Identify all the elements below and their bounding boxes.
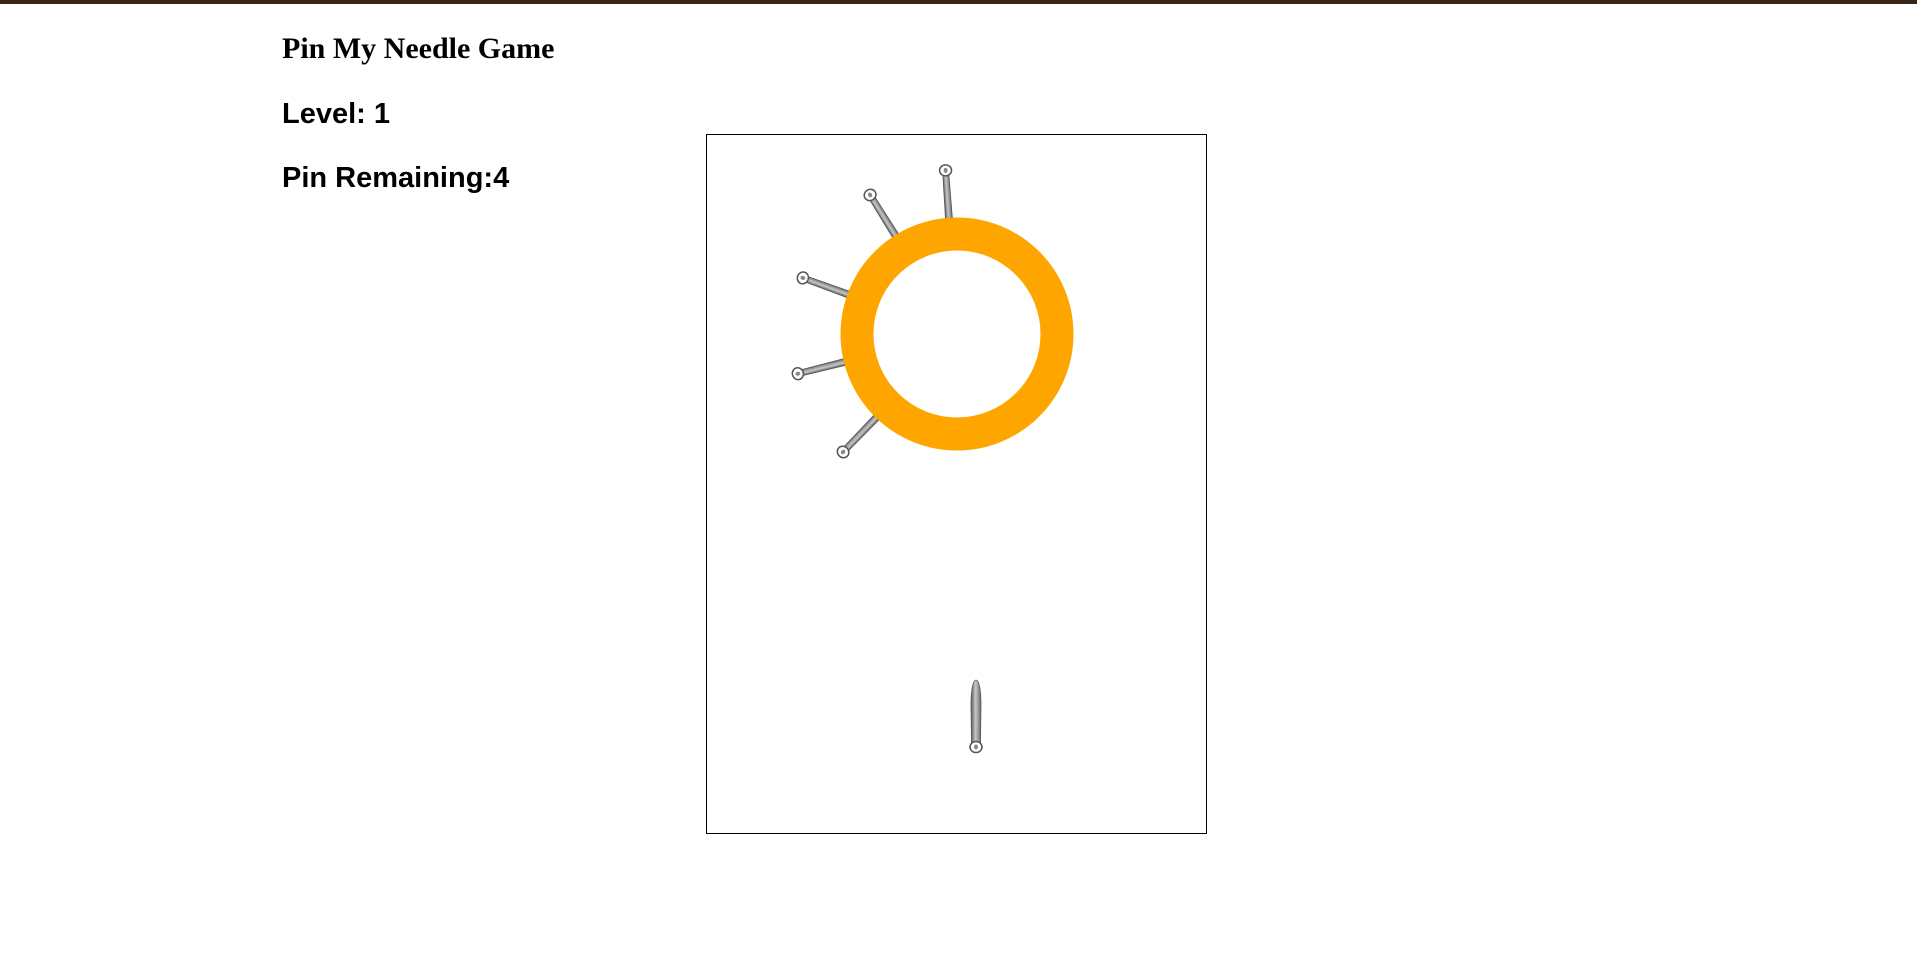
game-title: Pin My Needle Game — [282, 32, 555, 65]
pins-remaining-label: Pin Remaining: — [282, 162, 494, 194]
pins-remaining-display: Pin Remaining:4 — [282, 162, 509, 195]
pinned-needle-icon — [791, 356, 852, 381]
pinned-needle-icon — [938, 164, 954, 225]
level-display: Level: 1 — [282, 98, 390, 131]
queued-needle-icon[interactable] — [969, 679, 983, 754]
level-label: Level: — [282, 98, 374, 130]
pins-remaining-value: 4 — [493, 162, 510, 194]
game-canvas[interactable] — [707, 135, 1206, 833]
target-ring — [840, 217, 1074, 451]
game-board[interactable] — [706, 134, 1207, 834]
top-bar — [0, 0, 1917, 4]
level-value: 1 — [373, 98, 391, 130]
